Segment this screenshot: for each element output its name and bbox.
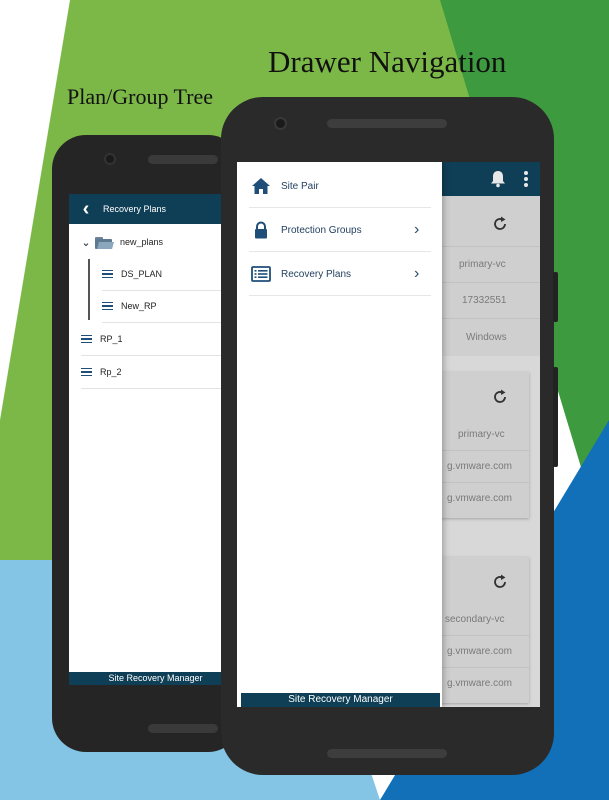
tree-connector xyxy=(88,259,90,320)
lock-icon xyxy=(255,221,267,239)
footer-bar: Site Recovery Manager xyxy=(241,693,440,707)
volume-button xyxy=(553,367,558,467)
drawer-item-label: Protection Groups xyxy=(281,224,362,236)
list-icon xyxy=(81,334,92,344)
plan-tree-screen: ‹ Recovery Plans ⌄ new_plans DS_PLAN New… xyxy=(69,194,242,685)
speaker xyxy=(148,155,218,164)
tree-child-row[interactable]: New_RP xyxy=(102,296,157,316)
plan-name: DS_PLAN xyxy=(121,269,163,279)
tree-child-row[interactable]: DS_PLAN xyxy=(102,264,162,284)
speaker xyxy=(148,724,218,733)
app-bar: ‹ Recovery Plans xyxy=(69,194,242,224)
power-button xyxy=(553,272,558,322)
card-value: primary-vc xyxy=(458,429,505,440)
more-vert-icon[interactable] xyxy=(524,171,528,187)
drawer-item-recovery-plans[interactable]: Recovery Plans › xyxy=(237,252,442,296)
caption-plan-group-tree: Plan/Group Tree xyxy=(67,84,214,109)
divider xyxy=(442,635,529,636)
divider xyxy=(442,246,540,247)
drawer-item-site-pair[interactable]: Site Pair xyxy=(237,164,442,208)
card-value: g.vmware.com xyxy=(447,646,513,657)
footer-bar: Site Recovery Manager xyxy=(69,672,242,685)
drawer-screen: primary-vc 17332551 Windows primary-vc g… xyxy=(237,162,540,707)
chevron-left-icon[interactable]: ‹ xyxy=(69,194,103,224)
drawer-item-protection-groups[interactable]: Protection Groups › xyxy=(237,208,442,252)
tree-root-row[interactable]: Rp_2 xyxy=(81,362,122,382)
back-phone: ‹ Recovery Plans ⌄ new_plans DS_PLAN New… xyxy=(52,135,242,752)
home-icon xyxy=(252,178,270,194)
card-value: Windows xyxy=(466,332,507,343)
card-value: 17332551 xyxy=(462,295,507,306)
divider xyxy=(442,667,529,668)
chevron-right-icon: › xyxy=(414,221,420,238)
card-value: primary-vc xyxy=(459,259,506,270)
divider xyxy=(442,482,529,483)
camera xyxy=(274,117,287,130)
divider xyxy=(81,355,242,356)
speaker xyxy=(327,749,447,758)
plan-name: Rp_2 xyxy=(100,367,122,377)
plan-name: New_RP xyxy=(121,301,157,311)
divider xyxy=(442,450,529,451)
card-value: secondary-vc xyxy=(445,614,505,625)
chevron-right-icon: › xyxy=(414,265,420,282)
speaker xyxy=(327,119,447,128)
screen-title: Recovery Plans xyxy=(103,204,167,214)
divider xyxy=(249,295,431,296)
list-icon xyxy=(251,266,271,282)
folder-name: new_plans xyxy=(120,237,164,247)
drawer-item-label: Recovery Plans xyxy=(281,268,352,280)
refresh-icon[interactable] xyxy=(491,388,509,406)
front-phone: primary-vc 17332551 Windows primary-vc g… xyxy=(221,97,558,775)
refresh-icon[interactable] xyxy=(491,573,509,591)
bell-icon[interactable] xyxy=(490,170,506,188)
camera xyxy=(104,153,116,165)
card-value: g.vmware.com xyxy=(447,493,513,504)
folder-open-icon xyxy=(95,236,114,249)
drawer-item-label: Site Pair xyxy=(281,180,319,192)
card-value: g.vmware.com xyxy=(447,461,513,472)
tree-root-row[interactable]: RP_1 xyxy=(81,329,123,349)
refresh-icon[interactable] xyxy=(491,215,509,233)
caption-drawer-navigation: Drawer Navigation xyxy=(268,44,507,79)
list-icon xyxy=(102,301,113,311)
card-value: g.vmware.com xyxy=(447,678,513,689)
plan-name: RP_1 xyxy=(100,334,123,344)
navigation-drawer: Site Pair Protection Groups › Recovery P… xyxy=(237,162,442,707)
list-icon xyxy=(102,269,113,279)
divider xyxy=(442,318,540,319)
divider xyxy=(81,388,242,389)
divider xyxy=(442,282,540,283)
tree-folder-row[interactable]: ⌄ new_plans xyxy=(77,230,163,254)
chevron-down-icon[interactable]: ⌄ xyxy=(77,236,95,249)
list-icon xyxy=(81,367,92,377)
